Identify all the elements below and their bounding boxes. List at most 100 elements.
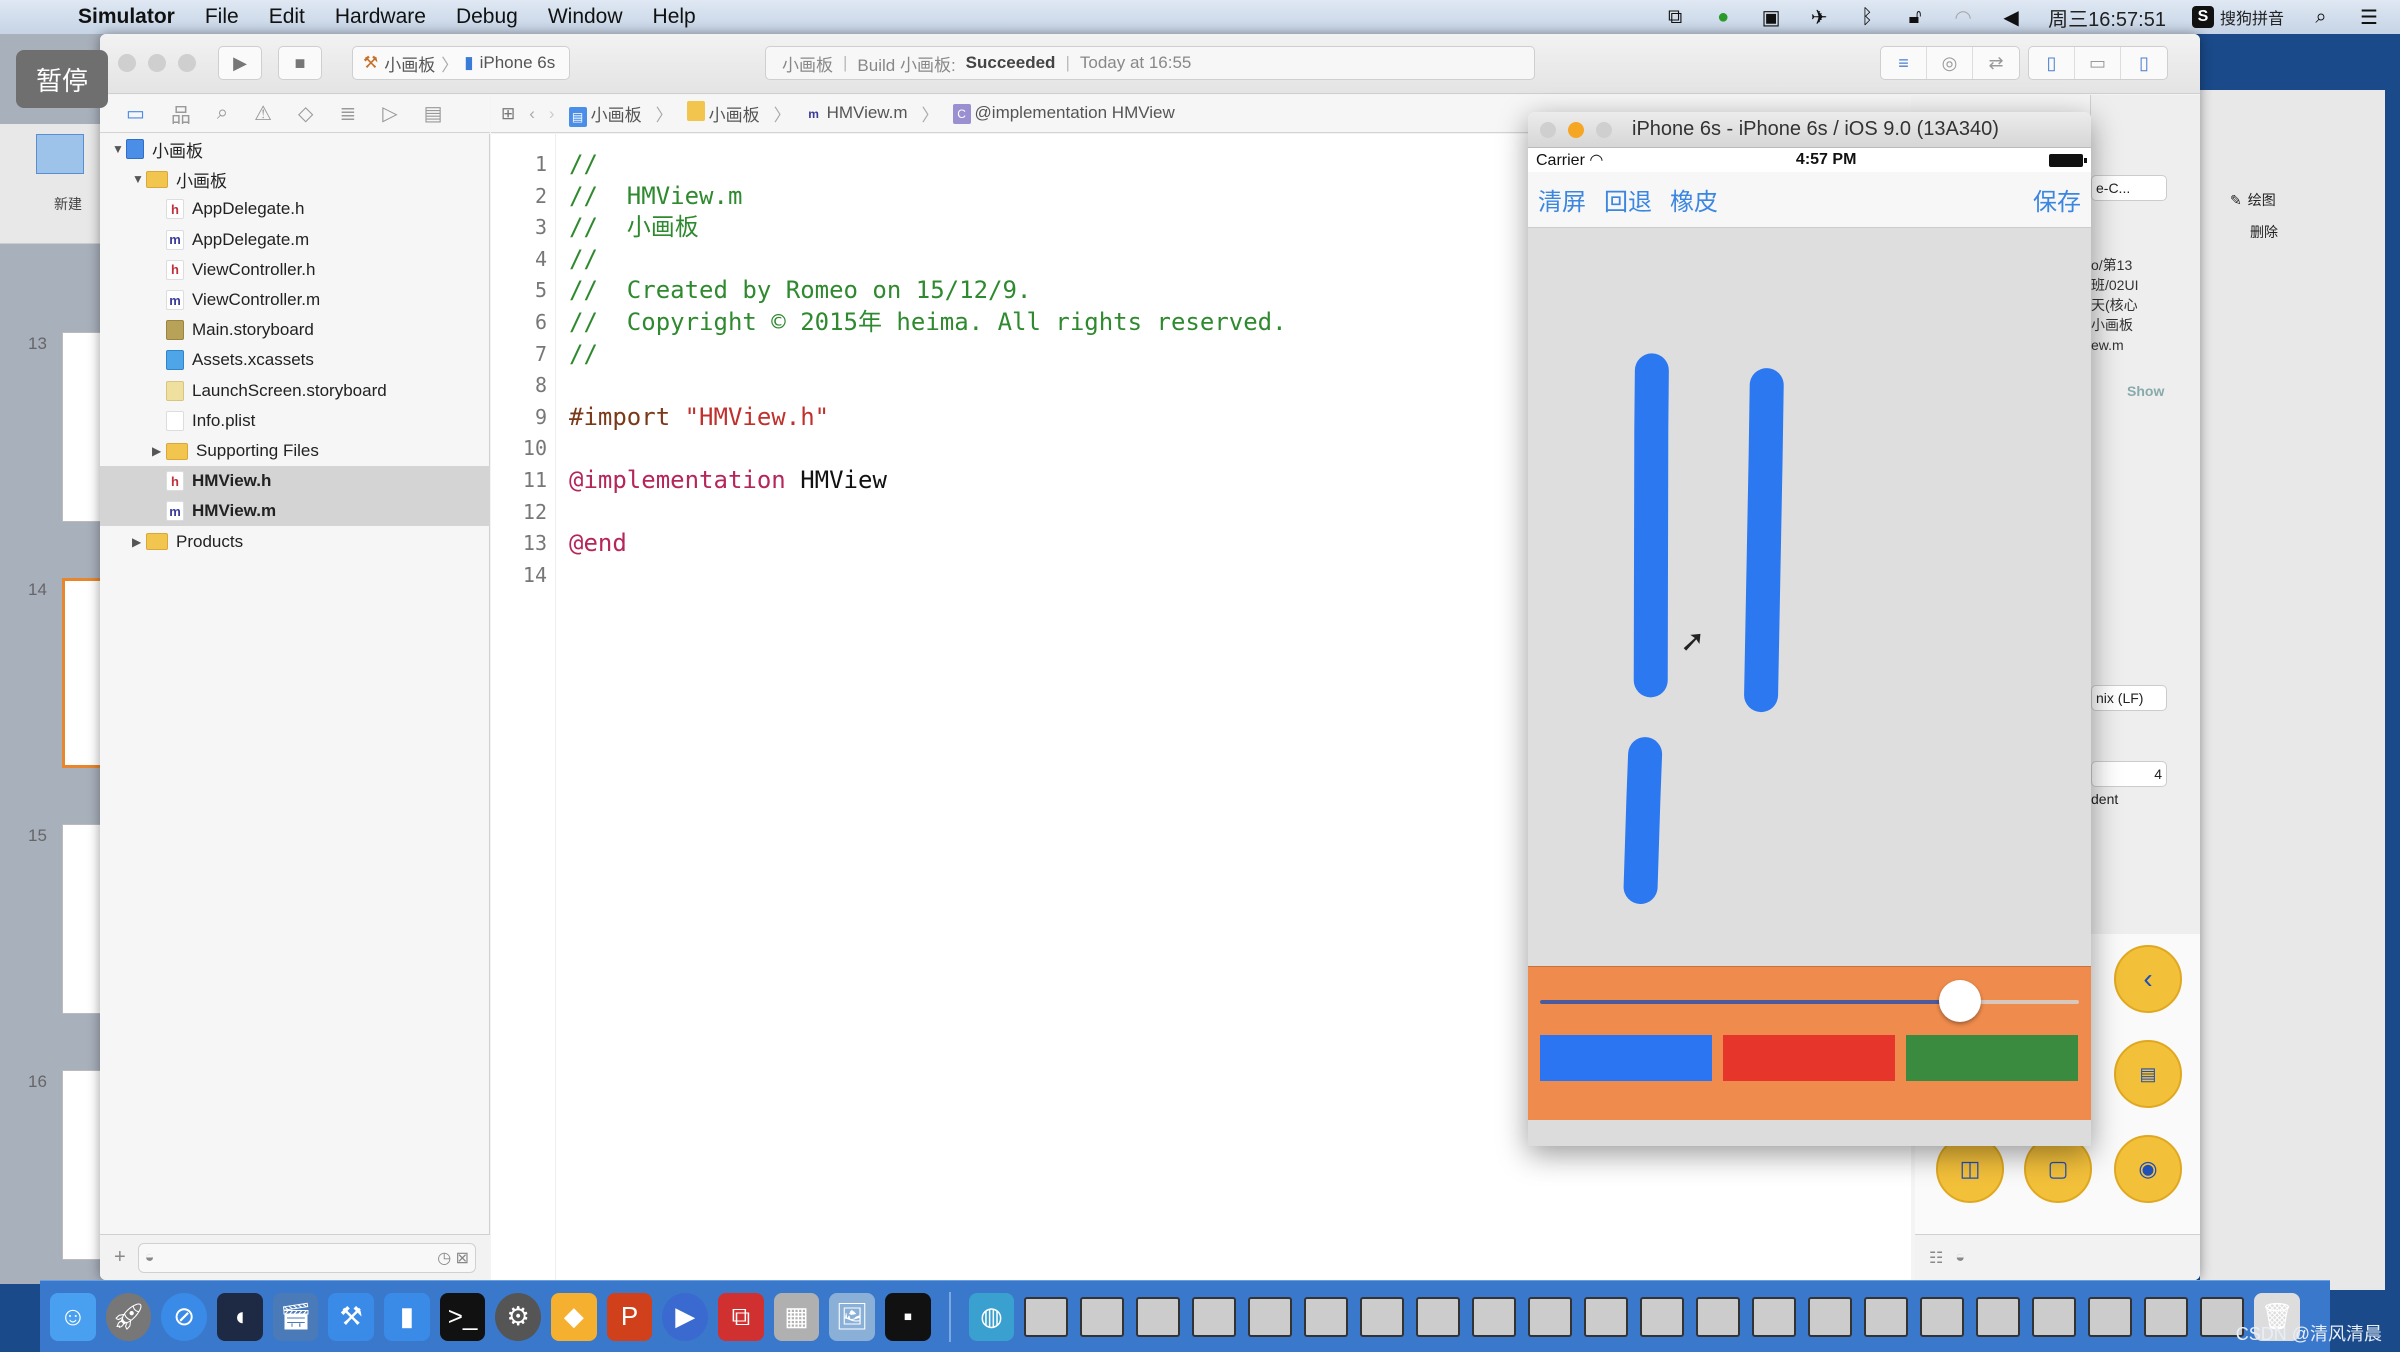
disclosure-open-icon[interactable]: ▼ bbox=[112, 142, 126, 156]
list-view-icon[interactable]: ☷ bbox=[1929, 1248, 1943, 1268]
menu-file[interactable]: File bbox=[205, 5, 239, 29]
window-close-button[interactable] bbox=[118, 54, 136, 72]
minimized-window-thumbnail[interactable] bbox=[1024, 1296, 1069, 1337]
minimized-window-thumbnail[interactable] bbox=[1976, 1296, 2021, 1337]
jump-group[interactable]: 小画板 bbox=[686, 101, 760, 126]
video-camera-icon[interactable]: ▣ bbox=[1760, 6, 1782, 29]
finder-icon[interactable]: ☺ bbox=[50, 1292, 96, 1341]
line-endings-select[interactable]: nix (LF) bbox=[2091, 685, 2167, 711]
chrome-folder-icon[interactable]: ◍ bbox=[968, 1292, 1015, 1341]
report-navigator-icon[interactable]: ▤ bbox=[424, 101, 443, 126]
test-navigator-icon[interactable]: ◇ bbox=[298, 101, 313, 126]
navigator-item[interactable]: h ViewController.h bbox=[100, 255, 490, 285]
airplane-icon[interactable]: ✈ bbox=[1808, 6, 1830, 29]
forward-button[interactable]: › bbox=[549, 104, 555, 124]
wifi-icon[interactable]: ◠ bbox=[1952, 6, 1974, 29]
navigator-item[interactable]: Main.storyboard bbox=[100, 315, 490, 345]
back-button[interactable]: ‹ bbox=[529, 104, 535, 124]
recent-files-icon[interactable]: ◷ ⊠ bbox=[437, 1248, 469, 1268]
parallels-icon[interactable]: ⧉ bbox=[718, 1292, 764, 1341]
navigator-filter-field[interactable]: ◒ ◷ ⊠ bbox=[137, 1242, 476, 1273]
screen-mirror-icon[interactable]: ⧉ bbox=[1664, 6, 1686, 28]
navigator-item[interactable]: h HMView.h bbox=[100, 466, 490, 497]
system-preferences-icon[interactable]: ⚙ bbox=[495, 1292, 542, 1341]
language-select[interactable]: e-C... bbox=[2091, 175, 2167, 201]
draw-label[interactable]: 绘图 bbox=[2248, 190, 2276, 210]
clear-screen-button[interactable]: 清屏 bbox=[1538, 182, 1586, 217]
line-width-slider[interactable] bbox=[1540, 980, 2079, 1022]
minimized-window-thumbnail[interactable] bbox=[2144, 1296, 2189, 1337]
jump-symbol[interactable]: C @implementation HMView bbox=[952, 103, 1175, 124]
debug-navigator-icon[interactable]: ≣ bbox=[339, 101, 356, 126]
navigator-item[interactable]: m ViewController.m bbox=[100, 285, 490, 315]
menu-app[interactable]: Simulator bbox=[78, 5, 175, 29]
menu-edit[interactable]: Edit bbox=[269, 5, 305, 29]
minimized-window-thumbnail[interactable] bbox=[1472, 1296, 1517, 1337]
related-items-icon[interactable]: ⊞ bbox=[501, 104, 515, 124]
blue-color-button[interactable] bbox=[1540, 1035, 1712, 1081]
mouse-app-icon[interactable]: ◖ bbox=[217, 1292, 263, 1341]
minimized-window-thumbnail[interactable] bbox=[1080, 1296, 1125, 1337]
navigator-item[interactable]: LaunchScreen.storyboard bbox=[100, 376, 490, 406]
imovie-icon[interactable]: 🎬︎ bbox=[272, 1292, 319, 1341]
notification-center-icon[interactable]: ☰ bbox=[2358, 6, 2380, 29]
calculator-icon[interactable]: ▦ bbox=[773, 1292, 820, 1341]
preview-icon[interactable]: 🖼︎ bbox=[829, 1292, 876, 1341]
minimized-window-thumbnail[interactable] bbox=[1640, 1296, 1685, 1337]
minimized-window-thumbnail[interactable] bbox=[1696, 1296, 1741, 1337]
new-slide-icon[interactable] bbox=[36, 134, 84, 174]
library-item[interactable]: ▤ bbox=[2103, 1029, 2193, 1119]
show-button[interactable]: Show bbox=[2127, 383, 2164, 399]
standard-editor-icon[interactable]: ≡ bbox=[1881, 47, 1927, 79]
minimized-window-thumbnail[interactable] bbox=[1752, 1296, 1797, 1337]
breakpoint-navigator-icon[interactable]: ▷ bbox=[382, 101, 397, 126]
project-navigator-icon[interactable]: ▭ bbox=[126, 101, 145, 126]
sketch-icon[interactable]: ◆ bbox=[551, 1292, 597, 1341]
minimized-window-thumbnail[interactable] bbox=[1360, 1296, 1405, 1337]
sim-zoom-button[interactable] bbox=[1596, 121, 1612, 138]
minimized-window-thumbnail[interactable] bbox=[2032, 1296, 2077, 1337]
minimized-window-thumbnail[interactable] bbox=[1528, 1296, 1573, 1337]
window-minimize-button[interactable] bbox=[148, 54, 166, 72]
minimized-window-thumbnail[interactable] bbox=[1304, 1296, 1349, 1337]
console-icon[interactable]: ▪ bbox=[885, 1292, 931, 1341]
input-method-menu[interactable]: S 搜狗拼音 bbox=[2191, 5, 2284, 29]
navigator-item[interactable]: m AppDelegate.m bbox=[100, 225, 490, 255]
library-filter-icon[interactable]: ◒ bbox=[1955, 1249, 1965, 1267]
navigator-item[interactable]: Assets.xcassets bbox=[100, 345, 490, 375]
stop-button[interactable]: ■ bbox=[278, 46, 322, 80]
issue-navigator-icon[interactable]: ⚠ bbox=[254, 101, 272, 126]
navigator-item[interactable]: ▶ Supporting Files bbox=[100, 436, 490, 466]
menu-window[interactable]: Window bbox=[548, 5, 623, 29]
lock-icon[interactable]: 🔓︎ bbox=[1904, 6, 1926, 28]
green-color-button[interactable] bbox=[1906, 1035, 2078, 1081]
volume-icon[interactable]: ◀ bbox=[2000, 6, 2022, 29]
minimized-window-thumbnail[interactable] bbox=[1416, 1296, 1461, 1337]
toggle-navigator-icon[interactable]: ▯ bbox=[2029, 47, 2075, 79]
navigator-item[interactable]: Info.plist bbox=[100, 406, 490, 436]
xcode-dock-icon[interactable]: ⚒ bbox=[328, 1292, 375, 1341]
slider-thumb[interactable] bbox=[1939, 980, 1982, 1022]
minimized-window-thumbnail[interactable] bbox=[1864, 1296, 1909, 1337]
launchpad-icon[interactable]: 🚀︎ bbox=[105, 1292, 152, 1341]
apple-menu-icon[interactable] bbox=[28, 2, 58, 32]
version-editor-icon[interactable]: ⇄ bbox=[1973, 47, 2019, 79]
indent-width-field[interactable]: 4 bbox=[2091, 761, 2167, 787]
minimized-window-thumbnail[interactable] bbox=[1248, 1296, 1293, 1337]
menu-debug[interactable]: Debug bbox=[456, 5, 518, 29]
disclosure-open-icon[interactable]: ▼ bbox=[132, 172, 146, 186]
minimized-window-thumbnail[interactable] bbox=[1584, 1296, 1629, 1337]
sim-minimize-button[interactable] bbox=[1568, 121, 1584, 138]
sim-close-button[interactable] bbox=[1540, 121, 1556, 138]
bluetooth-icon[interactable]: ᛒ bbox=[1856, 6, 1878, 28]
navigator-item[interactable]: ▼ 小画板 bbox=[100, 134, 490, 164]
jump-project[interactable]: ▤ 小画板 bbox=[568, 101, 642, 127]
red-color-button[interactable] bbox=[1723, 1035, 1895, 1081]
undo-button[interactable]: 回退 bbox=[1604, 182, 1652, 217]
library-item[interactable]: ◉ bbox=[2103, 1124, 2193, 1214]
menu-help[interactable]: Help bbox=[653, 5, 696, 29]
navigator-item[interactable]: ▼ 小画板 bbox=[100, 164, 490, 194]
minimized-window-thumbnail[interactable] bbox=[2088, 1296, 2133, 1337]
toggle-utilities-icon[interactable]: ▯ bbox=[2121, 47, 2167, 79]
symbol-navigator-icon[interactable]: 品 bbox=[171, 99, 191, 128]
